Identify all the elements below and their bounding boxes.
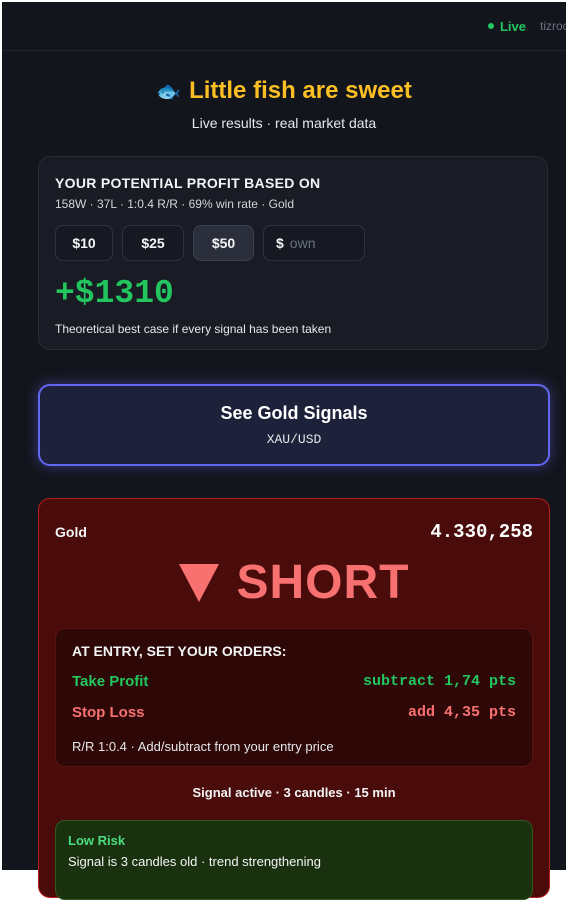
profit-value: +$1310: [55, 275, 174, 312]
take-profit-value: subtract 1,74 pts: [362, 673, 516, 690]
own-amount-prefix: $: [276, 235, 284, 251]
page-title: 🐟 Little fish are sweet: [2, 77, 566, 105]
username[interactable]: tizroo: [540, 19, 566, 33]
stop-loss-row: Stop Loss add 4,35 pts: [72, 704, 516, 721]
live-indicator: Live: [487, 18, 526, 34]
top-bar: Live tizroo: [2, 2, 566, 51]
signal-header: Gold 4.330,258: [55, 521, 533, 543]
profit-title: YOUR POTENTIAL PROFIT BASED ON: [55, 175, 321, 191]
direction-label: SHORT: [236, 556, 410, 609]
amount-10-button[interactable]: $10: [55, 225, 113, 261]
hero: 🐟 Little fish are sweet Live results · r…: [2, 77, 566, 131]
profit-note: Theoretical best case if every signal ha…: [55, 322, 332, 336]
profit-card: YOUR POTENTIAL PROFIT BASED ON 158W · 37…: [38, 156, 548, 350]
take-profit-row: Take Profit subtract 1,74 pts: [72, 673, 516, 690]
page-title-text: Little fish are sweet: [189, 77, 412, 104]
risk-box: Low Risk Signal is 3 candles old · trend…: [55, 820, 533, 900]
see-signals-title: See Gold Signals: [220, 403, 368, 423]
see-signals-symbol: XAU/USD: [266, 432, 322, 447]
own-amount-field[interactable]: $: [263, 225, 365, 261]
signal-direction: SHORT: [55, 555, 533, 610]
own-amount-input[interactable]: [289, 235, 350, 251]
amount-selector: $10 $25 $50 $: [55, 225, 531, 261]
signal-asset: Gold: [55, 524, 87, 540]
signal-price: 4.330,258: [430, 521, 533, 543]
risk-title: Low Risk: [68, 833, 126, 848]
stop-loss-label: Stop Loss: [72, 704, 145, 721]
live-label: Live: [499, 18, 526, 34]
profit-stats: 158W · 37L · 1:0.4 R/R · 69% win rate · …: [55, 197, 294, 211]
amount-25-button[interactable]: $25: [122, 225, 184, 261]
live-dot-icon: [487, 23, 494, 29]
see-gold-signals-button[interactable]: See Gold Signals XAU/USD: [38, 384, 550, 466]
rr-note: R/R 1:0.4 · Add/subtract from your entry…: [72, 739, 334, 754]
risk-text: Signal is 3 candles old · trend strength…: [68, 854, 321, 869]
amount-50-button[interactable]: $50: [193, 225, 254, 261]
stop-loss-value: add 4,35 pts: [407, 704, 516, 721]
take-profit-label: Take Profit: [72, 673, 149, 690]
signal-card: Gold 4.330,258 SHORT AT ENTRY, SET YOUR …: [38, 498, 550, 900]
signal-status: Signal active · 3 candles · 15 min: [192, 785, 396, 800]
page-subtitle: Live results · real market data: [191, 115, 377, 131]
orders-box: AT ENTRY, SET YOUR ORDERS: Take Profit s…: [55, 628, 533, 767]
triangle-down-icon: [178, 563, 219, 602]
fish-icon: 🐟: [156, 80, 182, 103]
orders-title: AT ENTRY, SET YOUR ORDERS:: [72, 643, 287, 659]
